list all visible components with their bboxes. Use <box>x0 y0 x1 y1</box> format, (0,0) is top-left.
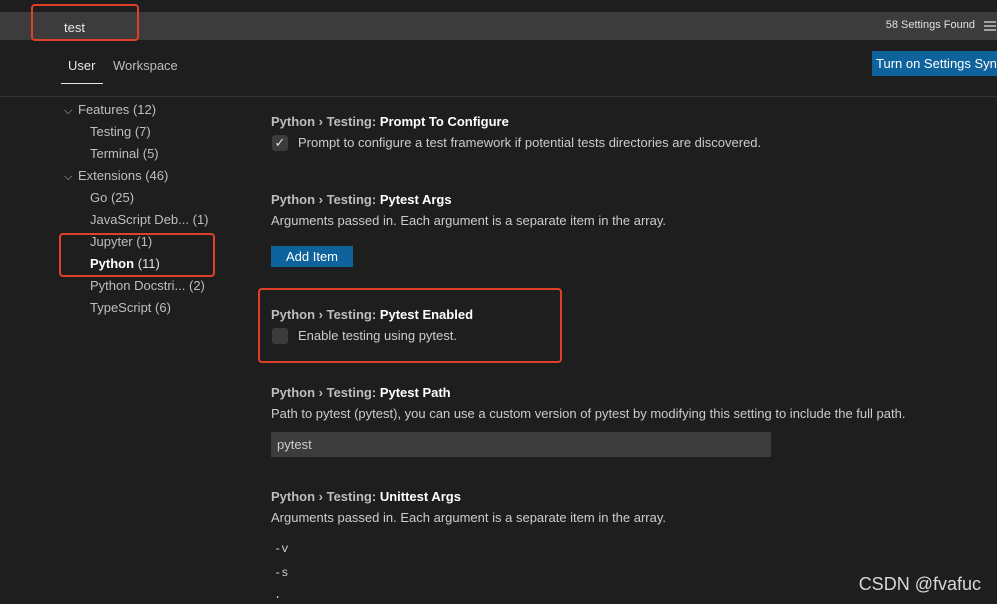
watermark: CSDN @fvafuc <box>858 574 981 594</box>
setting-name: Pytest Path <box>379 385 451 400</box>
setting-crumb: Python › Testing: <box>271 489 380 504</box>
tree-item-count: (1) <box>192 212 209 227</box>
tab-workspace[interactable]: Workspace <box>113 58 178 73</box>
tree-item-count: (6) <box>155 300 171 315</box>
tree-item-javascript-debugger[interactable]: JavaScript Deb... (1) <box>90 212 209 227</box>
tree-item-features[interactable]: ⌵ Features (12) <box>64 102 156 118</box>
setting-description: Arguments passed in. Each argument is a … <box>271 213 667 228</box>
setting-crumb: Python › Testing: <box>271 385 380 400</box>
tree-item-count: (25) <box>110 190 135 205</box>
tree-item-label: JavaScript Deb... <box>90 212 189 227</box>
tree-item-label: Python Docstri... <box>90 278 186 293</box>
tree-highlight <box>59 233 215 277</box>
setting-name: Unittest Args <box>379 489 461 504</box>
chevron-down-icon: ⌵ <box>64 171 73 183</box>
search-input[interactable] <box>64 17 764 37</box>
filter-icon[interactable] <box>983 19 997 33</box>
tree-item-label: Testing <box>90 124 132 139</box>
add-item-button[interactable]: Add Item <box>271 246 353 267</box>
active-tab-underline <box>61 83 103 84</box>
tree-item-testing[interactable]: Testing (7) <box>90 124 151 139</box>
search-highlight <box>31 4 139 41</box>
pytest-path-input[interactable]: pytest <box>271 432 771 457</box>
tree-item-count: (12) <box>132 102 157 117</box>
tree-item-count: (7) <box>134 124 151 139</box>
results-count: 58 Settings Found <box>885 19 975 31</box>
list-item[interactable]: . <box>274 588 281 602</box>
tree-item-terminal[interactable]: Terminal (5) <box>90 146 159 161</box>
tree-item-typescript[interactable]: TypeScript (6) <box>90 300 171 315</box>
list-item[interactable]: -v <box>274 542 288 556</box>
setting-title: Python › Testing: Pytest Args <box>271 192 452 207</box>
tree-item-label: Terminal <box>90 146 140 161</box>
setting-description: Arguments passed in. Each argument is a … <box>271 510 667 525</box>
tree-item-label: Features <box>78 102 130 117</box>
tree-item-label: TypeScript <box>90 300 152 315</box>
check-icon: ✓ <box>274 135 286 150</box>
tree-item-python-docstring[interactable]: Python Docstri... (2) <box>90 278 205 293</box>
tree-item-count: (2) <box>189 278 205 293</box>
prompt-to-configure-checkbox[interactable]: ✓ <box>272 135 288 151</box>
setting-name: Prompt To Configure <box>379 114 509 129</box>
tree-item-count: (5) <box>142 146 159 161</box>
setting-title: Python › Testing: Pytest Path <box>271 385 451 400</box>
chevron-down-icon: ⌵ <box>64 105 73 117</box>
setting-crumb: Python › Testing: <box>271 114 380 129</box>
tree-item-label: Extensions <box>78 168 142 183</box>
setting-crumb: Python › Testing: <box>271 192 380 207</box>
header-divider <box>0 96 997 97</box>
settings-sync-button[interactable]: Turn on Settings Syn <box>872 51 997 76</box>
setting-title: Python › Testing: Unittest Args <box>271 489 461 504</box>
setting-title: Python › Testing: Prompt To Configure <box>271 114 509 129</box>
list-item[interactable]: -s <box>274 566 288 580</box>
setting-description: Path to pytest (pytest), you can use a c… <box>271 406 906 421</box>
setting-description: Prompt to configure a test framework if … <box>298 135 762 150</box>
pytest-enabled-highlight <box>258 288 562 363</box>
tree-item-count: (46) <box>145 168 169 183</box>
tree-item-go[interactable]: Go (25) <box>90 190 134 205</box>
tree-item-label: Go <box>90 190 108 205</box>
tab-user[interactable]: User <box>68 58 95 73</box>
setting-name: Pytest Args <box>379 192 452 207</box>
tree-item-extensions[interactable]: ⌵ Extensions (46) <box>64 168 168 184</box>
